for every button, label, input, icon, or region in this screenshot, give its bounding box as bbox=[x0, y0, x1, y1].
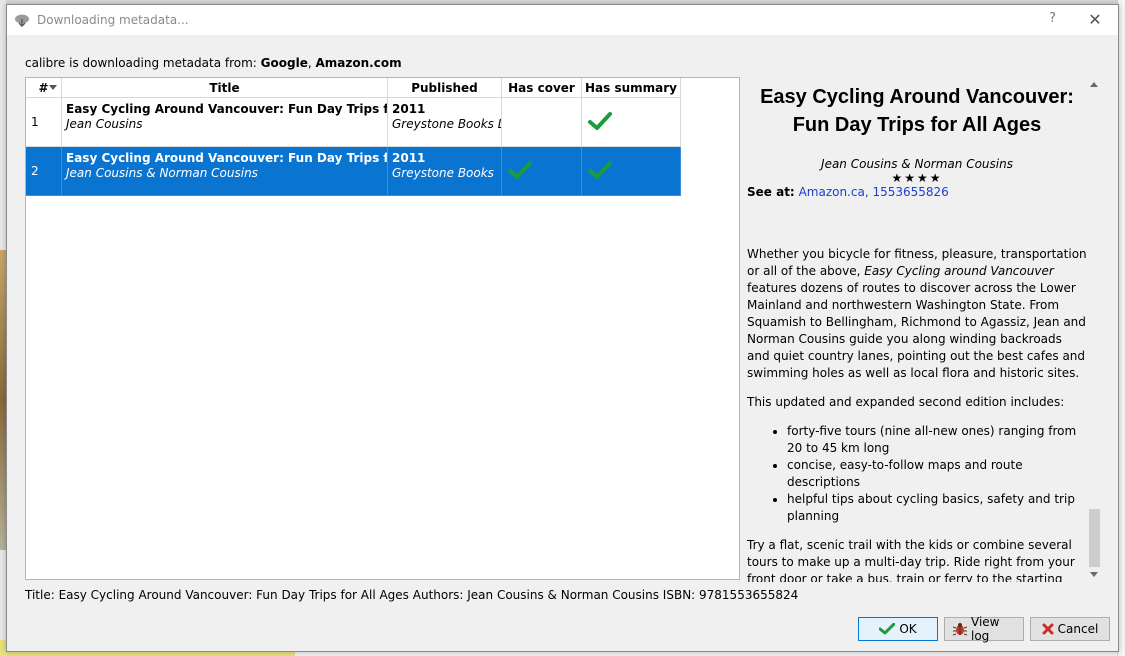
column-header-has-summary[interactable]: Has summary bbox=[582, 78, 681, 98]
row-title-cell: Easy Cycling Around Vancouver: Fun Day T… bbox=[62, 147, 388, 196]
source-google: Google bbox=[260, 56, 308, 70]
scroll-down-icon[interactable] bbox=[1090, 572, 1098, 577]
help-button[interactable]: ? bbox=[1049, 11, 1056, 26]
list-item: forty-five tours (nine all-new ones) ran… bbox=[787, 423, 1087, 457]
details-title: Easy Cycling Around Vancouver: Fun Day T… bbox=[760, 86, 1074, 136]
close-button[interactable]: ✕ bbox=[1086, 10, 1104, 29]
description-paragraph: This updated and expanded second edition… bbox=[747, 395, 1065, 409]
row-has-cover-cell bbox=[502, 147, 582, 196]
row-number: 2 bbox=[26, 147, 62, 196]
row-year: 2011 bbox=[392, 151, 426, 165]
view-log-button[interactable]: View log bbox=[944, 615, 1024, 643]
book-details-panel: Easy Cycling Around Vancouver: Fun Day T… bbox=[747, 77, 1087, 582]
column-header-has-cover[interactable]: Has cover bbox=[502, 78, 582, 98]
row-title: Easy Cycling Around Vancouver: Fun Day T… bbox=[66, 151, 387, 165]
row-has-cover-cell bbox=[502, 98, 582, 147]
cancel-label: Cancel bbox=[1057, 622, 1099, 636]
details-see-at: See at: Amazon.ca, 1553655826 bbox=[747, 185, 1087, 199]
cross-icon bbox=[1042, 623, 1054, 635]
ok-button[interactable]: OK bbox=[858, 617, 938, 641]
table-row[interactable]: 1 Easy Cycling Around Vancouver: Fun Day… bbox=[26, 98, 681, 147]
results-table[interactable]: # Title Published Has cover Has summary … bbox=[25, 77, 740, 580]
description-paragraph: Whether you bicycle for fitness, pleasur… bbox=[747, 247, 1087, 380]
selected-book-summary: Title: Easy Cycling Around Vancouver: Fu… bbox=[25, 588, 799, 602]
row-publisher: Greystone Books Ltd bbox=[392, 117, 501, 131]
scroll-up-icon[interactable] bbox=[1090, 82, 1098, 87]
window-title: Downloading metadata... bbox=[37, 13, 189, 27]
details-description: Whether you bicycle for fitness, pleasur… bbox=[747, 246, 1087, 582]
column-header-number[interactable]: # bbox=[26, 78, 62, 98]
row-has-summary-cell bbox=[582, 98, 681, 147]
list-item: helpful tips about cycling basics, safet… bbox=[787, 491, 1087, 525]
row-title-cell: Easy Cycling Around Vancouver: Fun Day T… bbox=[62, 98, 388, 147]
details-scrollbar[interactable] bbox=[1087, 77, 1102, 582]
list-item: concise, easy-to-follow maps and route d… bbox=[787, 457, 1087, 491]
cancel-button[interactable]: Cancel bbox=[1030, 617, 1110, 641]
column-header-title[interactable]: Title bbox=[62, 78, 388, 98]
see-at-label: See at: bbox=[747, 185, 795, 199]
table-header: # Title Published Has cover Has summary bbox=[26, 78, 681, 98]
row-published-cell: 2011 Greystone Books Ltd bbox=[388, 98, 502, 147]
row-published-cell: 2011 Greystone Books bbox=[388, 147, 502, 196]
source-separator: , bbox=[307, 56, 316, 70]
column-header-published[interactable]: Published bbox=[388, 78, 502, 98]
view-log-label: View log bbox=[971, 615, 1000, 643]
details-authors: Jean Cousins & Norman Cousins bbox=[821, 157, 1013, 171]
table-row-selected[interactable]: 2 Easy Cycling Around Vancouver: Fun Day… bbox=[26, 147, 681, 196]
checkmark-icon bbox=[508, 160, 532, 183]
link-isbn[interactable]: 1553655826 bbox=[872, 185, 948, 199]
scroll-thumb[interactable] bbox=[1089, 509, 1100, 567]
checkmark-icon bbox=[879, 623, 896, 635]
sort-down-icon bbox=[49, 85, 57, 90]
row-authors: Jean Cousins bbox=[66, 117, 143, 131]
title-bar: Downloading metadata... ? ✕ bbox=[7, 5, 1118, 35]
download-cloud-icon bbox=[13, 11, 31, 29]
source-prefix: calibre is downloading metadata from: bbox=[25, 56, 261, 70]
description-list: forty-five tours (nine all-new ones) ran… bbox=[747, 423, 1087, 525]
row-number: 1 bbox=[26, 98, 62, 147]
description-paragraph: Try a flat, scenic trail with the kids o… bbox=[747, 538, 1075, 582]
metadata-download-dialog: Downloading metadata... ? ✕ calibre is d… bbox=[6, 4, 1119, 652]
row-year: 2011 bbox=[392, 102, 426, 116]
ok-label: OK bbox=[899, 622, 917, 636]
link-amazon-ca[interactable]: Amazon.ca bbox=[799, 185, 865, 199]
source-line: calibre is downloading metadata from: Go… bbox=[25, 56, 402, 70]
row-publisher: Greystone Books bbox=[392, 166, 494, 180]
row-title: Easy Cycling Around Vancouver: Fun Day T… bbox=[66, 102, 387, 116]
row-authors: Jean Cousins & Norman Cousins bbox=[66, 166, 258, 180]
details-rating: ★★★★ bbox=[891, 171, 943, 185]
checkmark-icon bbox=[588, 111, 612, 134]
bug-icon bbox=[953, 622, 967, 636]
row-has-summary-cell bbox=[582, 147, 681, 196]
source-amazon: Amazon.com bbox=[315, 56, 402, 70]
checkmark-icon bbox=[588, 160, 612, 183]
